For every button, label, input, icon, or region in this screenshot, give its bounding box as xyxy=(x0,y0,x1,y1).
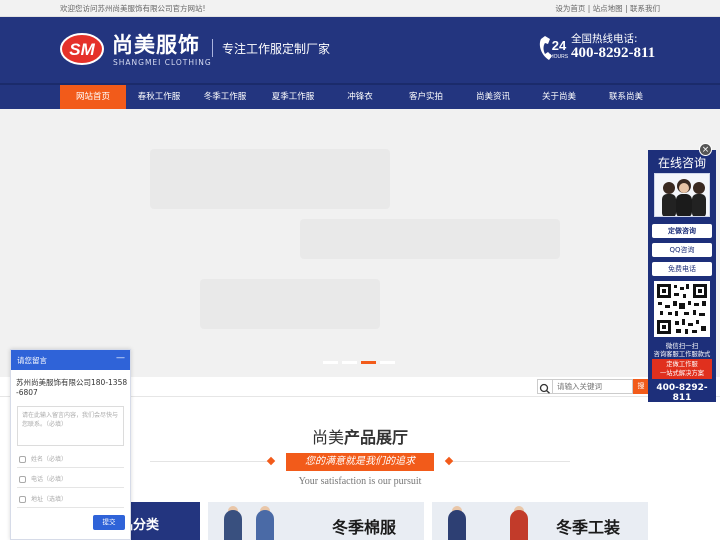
nav-item-customer-photos[interactable]: 客户实拍 xyxy=(392,85,460,109)
nav-item-about[interactable]: 关于尚美 xyxy=(526,85,592,109)
model-figure xyxy=(224,510,242,540)
header-divider xyxy=(212,39,213,57)
hero-banner[interactable] xyxy=(0,109,720,377)
message-widget: 请您留言 — 苏州尚美服饰有限公司180-1358-6807 请在此输入留言内容… xyxy=(10,349,131,540)
logo-badge-text: SM xyxy=(69,40,95,59)
message-textarea[interactable]: 请在此输入留言内容，我们会尽快与您联系。（必填） xyxy=(17,406,124,446)
location-icon xyxy=(19,496,26,503)
top-links: 设为首页 | 站点地图 | 联系我们 xyxy=(555,3,660,14)
nav-item-winter[interactable]: 冬季工作服 xyxy=(192,85,258,109)
phone-24h-icon: 24 HOURS xyxy=(539,36,569,60)
header-slogan: 专注工作服定制厂家 xyxy=(222,42,331,56)
divider-line xyxy=(450,461,570,462)
diamond-icon xyxy=(266,456,276,466)
logo-subtitle: SHANGMEI CLOTHING xyxy=(113,58,212,67)
hotline-number: 400-8292-811 xyxy=(571,45,656,61)
nav-item-news[interactable]: 尚美资讯 xyxy=(460,85,526,109)
products-title-highlight: 产品展厅 xyxy=(344,428,409,447)
logo-name[interactable]: 尚美服饰 xyxy=(112,29,200,59)
banner-dot[interactable] xyxy=(323,361,338,364)
customer-service-photo xyxy=(654,173,710,217)
banner-faded-shape xyxy=(150,149,390,209)
logo-badge-icon[interactable]: SM xyxy=(60,33,104,65)
name-field[interactable]: 姓名（必填） xyxy=(17,451,124,468)
product-tile-winter-padded[interactable]: 冬季棉服 xyxy=(208,502,424,540)
nav-item-contact[interactable]: 联系尚美 xyxy=(592,85,660,109)
top-bar: 欢迎您访问苏州尚美服饰有限公司官方网站! 设为首页 | 站点地图 | 联系我们 xyxy=(0,0,720,17)
nav-item-spring-autumn[interactable]: 春秋工作服 xyxy=(126,85,192,109)
product-tile-title: 冬季工装 xyxy=(556,518,621,537)
message-widget-header[interactable]: 请您留言 — xyxy=(11,350,130,370)
wechat-scan-desc: 咨询客服工作服款式 xyxy=(653,351,711,358)
message-widget-title: 请您留言 xyxy=(17,356,47,365)
main-nav: 网站首页 春秋工作服 冬季工作服 夏季工作服 冲锋衣 客户实拍 尚美资讯 关于尚… xyxy=(0,83,720,109)
phone-icon xyxy=(19,476,26,483)
minimize-icon[interactable]: — xyxy=(116,353,125,363)
search-input[interactable] xyxy=(553,379,633,394)
consult-panel-title: 在线咨询 xyxy=(657,156,706,170)
diamond-icon xyxy=(444,456,454,466)
contact-us-link[interactable]: 联系我们 xyxy=(630,4,660,13)
custom-order-consult-button[interactable]: 定做咨询 xyxy=(652,224,712,238)
product-tile-title: 冬季棉服 xyxy=(332,518,397,537)
banner-dot-active[interactable] xyxy=(361,361,376,364)
nav-item-summer[interactable]: 夏季工作服 xyxy=(258,85,328,109)
message-company-info: 苏州尚美服饰有限公司180-1358-6807 xyxy=(16,378,128,397)
product-tile-winter-workwear[interactable]: 冬季工装 xyxy=(432,502,648,540)
site-header: SM 尚美服饰 SHANGMEI CLOTHING 专注工作服定制厂家 24 H… xyxy=(0,17,720,83)
model-figure xyxy=(448,510,466,540)
hotline-badge-sub: HOURS xyxy=(550,54,569,60)
address-field[interactable]: 地址（选填） xyxy=(17,491,124,508)
qq-consult-button[interactable]: QQ咨询 xyxy=(652,243,712,257)
products-title-prefix: 尚美 xyxy=(311,428,344,447)
products-ribbon: 您的满意就是我们的追求 xyxy=(286,453,434,471)
set-homepage-link[interactable]: 设为首页 xyxy=(555,4,585,13)
banner-faded-shape xyxy=(300,219,560,259)
wechat-qr-code xyxy=(654,281,710,337)
promo-line: 定做工作服 xyxy=(666,361,698,368)
phone-field[interactable]: 电话（必填） xyxy=(17,471,124,488)
welcome-text: 欢迎您访问苏州尚美服饰有限公司官方网站! xyxy=(60,4,206,13)
divider-line xyxy=(150,461,270,462)
submit-button[interactable]: 提交 xyxy=(93,515,125,530)
phone-field-placeholder: 电话（必填） xyxy=(31,476,68,483)
free-call-button[interactable]: 免费电话 xyxy=(652,262,712,276)
hotline-label: 全国热线电话: xyxy=(571,33,638,45)
model-figure xyxy=(510,510,528,540)
address-field-placeholder: 地址（选填） xyxy=(31,496,68,503)
nav-item-home[interactable]: 网站首页 xyxy=(60,85,126,109)
promo-line: 一站式解决方案 xyxy=(659,370,705,377)
banner-faded-shape xyxy=(200,279,380,329)
float-promo-box[interactable]: 定做工作服 一站式解决方案 xyxy=(652,359,712,379)
user-icon xyxy=(19,456,26,463)
search-icon xyxy=(537,379,553,394)
name-field-placeholder: 姓名（必填） xyxy=(31,456,68,463)
banner-dot[interactable] xyxy=(380,361,395,364)
model-figure xyxy=(256,510,274,540)
hotline-badge-number: 24 xyxy=(552,38,567,53)
search-button[interactable]: 搜 xyxy=(633,379,649,394)
sitemap-link[interactable]: 站点地图 xyxy=(593,4,623,13)
nav-item-jacket[interactable]: 冲锋衣 xyxy=(328,85,392,109)
float-hotline-number: 400-8292-811 xyxy=(656,383,708,403)
banner-dot[interactable] xyxy=(342,361,357,364)
